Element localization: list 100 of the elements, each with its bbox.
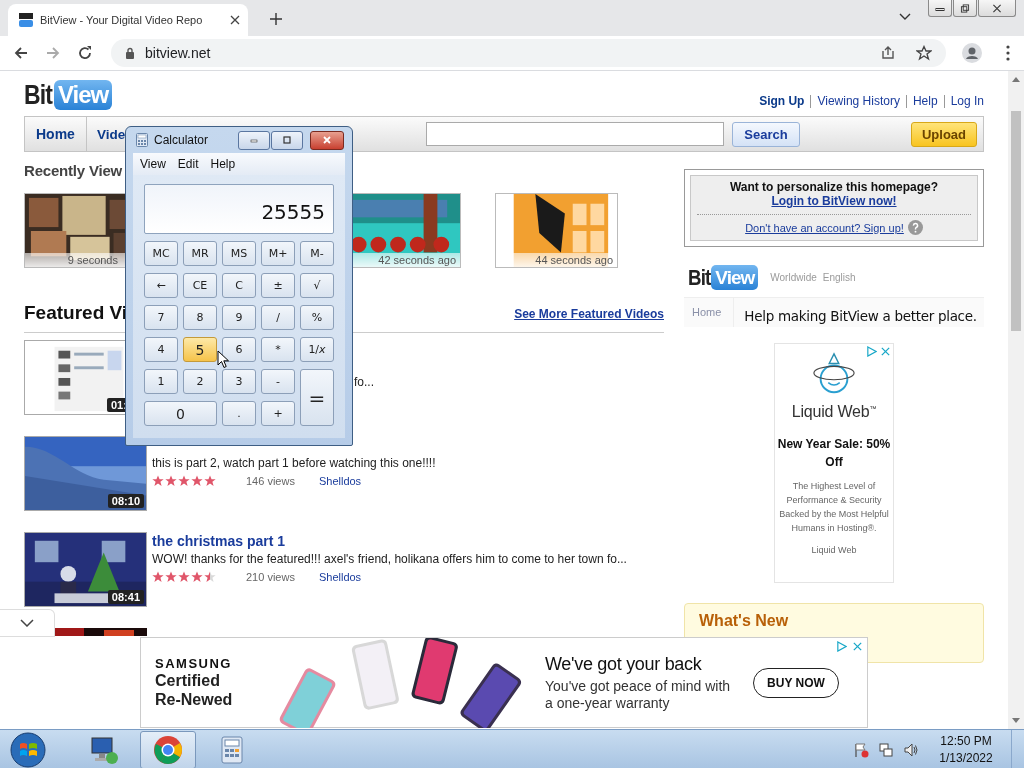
clock-date[interactable]: 1/13/2022 [939,749,993,767]
close-icon [992,3,1002,13]
help-icon[interactable] [907,220,923,235]
author-link[interactable]: Shelldos [318,571,362,583]
video-title[interactable]: the christmas part 1 [152,533,627,550]
calculator-key[interactable]: 2 [183,369,217,394]
scroll-down-icon[interactable] [1012,718,1020,724]
menu-item[interactable]: View [140,157,166,171]
calculator-key[interactable]: . [222,401,256,426]
chevron-down-icon[interactable] [899,13,911,21]
calculator-key[interactable]: 6 [222,337,256,362]
ad-body: The Highest Level of Performance & Security Backed by the Most Helpful Humans in Hosting®. [778,480,890,535]
banner-caption: Help making BitView a better place. [744,308,977,325]
menu-icon[interactable] [1006,45,1010,61]
mouse-cursor-icon [217,350,229,369]
calculator-key[interactable]: CE [183,273,217,298]
back-arrow-icon[interactable] [13,45,29,61]
address-bar[interactable]: bitview.net [111,39,946,67]
video-description: this is part 2, watch part 1 before watching this one!!!! [152,455,436,472]
star-icon[interactable] [916,45,932,61]
minimize-button[interactable] [928,0,952,17]
new-tab-icon[interactable] [270,13,282,25]
search-button[interactable]: Search [732,121,800,147]
url-text: bitview.net [145,45,211,61]
calculator-key[interactable]: √ [300,273,334,298]
calculator-key[interactable]: 9 [222,305,256,330]
calculator-key[interactable]: 5 [183,337,217,362]
see-more-link[interactable]: See More Featured Videos [514,307,664,321]
video-description: WOW! thanks for the featured!!! axel's friend, holikana offers him to come to her town fo... [152,551,627,568]
upload-button[interactable]: Upload [911,121,977,147]
author-link[interactable]: Shelldos [318,475,362,487]
buy-now-button[interactable]: BUY NOW [753,667,839,698]
calculator-key[interactable]: * [261,337,295,362]
video-thumbnail[interactable]: 44 seconds ago [495,193,618,268]
calculator-key[interactable]: ± [261,273,295,298]
calculator-key[interactable]: MC [144,241,178,266]
calculator-key[interactable]: / [261,305,295,330]
duration-badge: 08:41 [107,590,144,604]
calculator-key[interactable]: - [261,369,295,394]
clock-time[interactable]: 12:50 PM [940,732,992,750]
video-thumbnail[interactable]: 08:10 [24,436,147,511]
network-icon[interactable] [878,741,894,758]
calculator-key[interactable]: + [261,401,295,426]
advertiser-name: Liquid Web [811,545,857,555]
profile-icon[interactable] [962,43,982,63]
close-icon[interactable] [230,15,240,25]
ad-body: You've got peace of mind with a one-year warranty [545,677,731,712]
calculator-key[interactable]: % [300,305,334,330]
region-text: Worldwide [770,272,817,284]
calculator-key[interactable]: 3 [222,369,256,394]
close-button[interactable] [310,130,344,150]
ad-headline: New Year Sale: 50% Off [776,436,892,471]
calculator-key[interactable]: M+ [261,241,295,266]
reload-icon[interactable] [77,45,93,61]
computer-icon [89,734,119,765]
duration-badge: 08:10 [107,494,144,508]
chevron-down-icon [20,619,34,627]
signup-link[interactable]: Don't have an account? Sign up! [745,221,904,234]
share-icon[interactable] [880,45,896,61]
start-button-icon[interactable] [10,731,46,768]
header-link[interactable]: Viewing History [810,95,906,108]
calculator-key[interactable]: 8 [183,305,217,330]
maximize-button[interactable] [271,130,303,150]
lock-icon [125,47,135,59]
ad-choices-icon[interactable] [836,641,847,652]
collapse-tab[interactable] [0,609,55,637]
calculator-key[interactable]: MR [183,241,217,266]
calculator-key[interactable]: 7 [144,305,178,330]
nav-tab[interactable]: Vide [86,117,126,151]
search-field[interactable] [426,122,724,146]
volume-icon[interactable] [903,741,919,758]
restore-button[interactable] [953,0,977,17]
scroll-up-icon[interactable] [1012,76,1020,82]
close-icon [322,136,332,144]
chrome-icon [153,734,183,765]
header-link[interactable]: Log In [943,95,984,108]
flag-icon[interactable] [853,741,869,758]
taskbar-app[interactable] [140,730,196,768]
close-button[interactable] [978,0,1016,17]
header-link[interactable]: Help [905,95,944,108]
menu-item[interactable]: Help [210,157,236,171]
logo-text: Bit [24,81,53,109]
calculator-key[interactable]: 4 [144,337,178,362]
ad-choices-icon[interactable] [866,346,877,357]
maximize-icon [282,136,292,144]
header-link[interactable]: Sign Up [753,95,811,108]
nav-tab[interactable]: Home [25,117,87,151]
menu-item[interactable]: Edit [177,157,199,171]
scrollbar-thumb[interactable] [1011,111,1021,331]
login-link[interactable]: Login to BitView now! [771,194,897,208]
browser-tab[interactable]: BitView - Your Digital Video Repo [8,4,248,36]
calculator-key[interactable]: 1 [144,369,178,394]
video-thumbnail[interactable]: 08:41 [24,532,147,607]
calculator-key[interactable]: ← [144,273,178,298]
calculator-key[interactable]: 0 [144,401,217,426]
equals-key[interactable]: = [300,369,334,426]
calculator-key[interactable]: MS [222,241,256,266]
calculator-key[interactable]: 1/x [300,337,334,362]
calculator-key[interactable]: M- [300,241,334,266]
calculator-key[interactable]: C [222,273,256,298]
